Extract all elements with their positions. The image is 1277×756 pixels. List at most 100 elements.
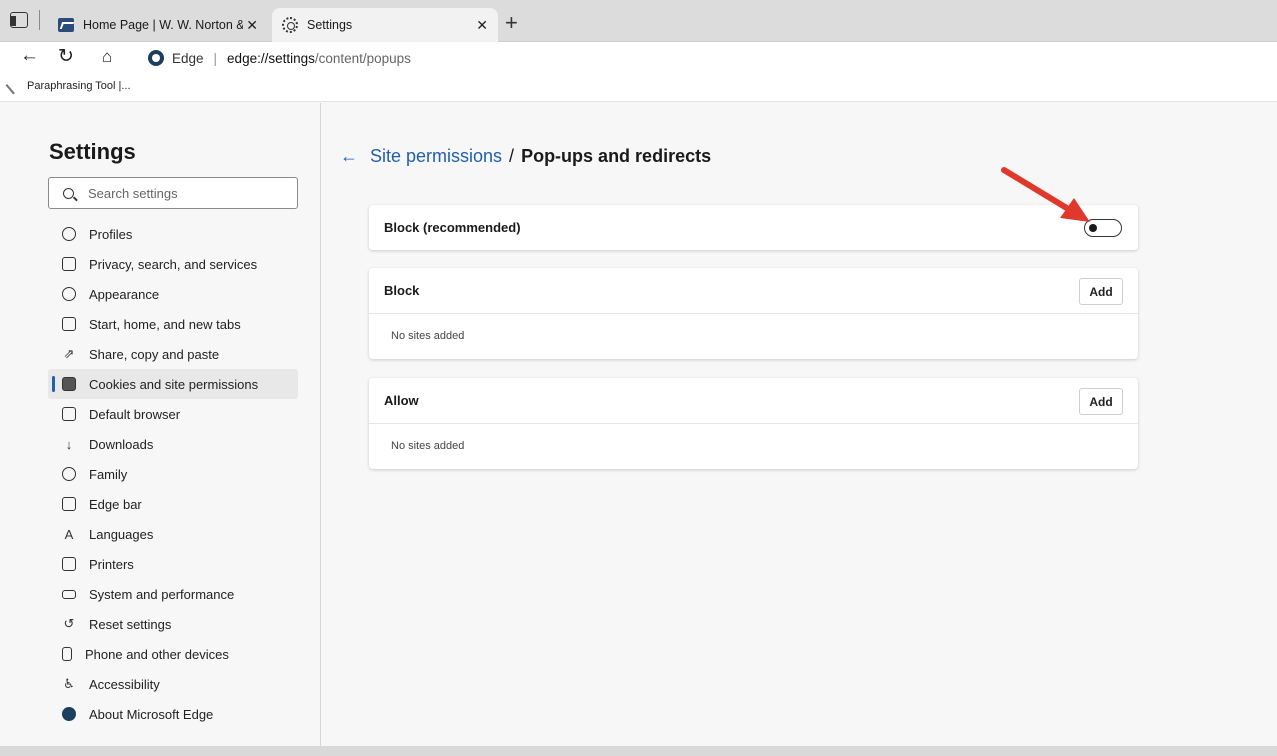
sidebar-item-label: System and performance bbox=[89, 586, 235, 602]
block-add-button[interactable]: Add bbox=[1079, 278, 1123, 305]
block-card: Block Add No sites added bbox=[369, 268, 1138, 359]
address-toolbar: ← ↻ ⌂ Edge | edge://settings /content/po… bbox=[0, 42, 1277, 74]
refresh-icon[interactable]: ↻ bbox=[58, 45, 74, 68]
sidebar-item-system[interactable]: System and performance bbox=[48, 579, 298, 609]
breadcrumb-separator: / bbox=[509, 146, 515, 166]
search-input[interactable]: Search settings bbox=[48, 177, 298, 209]
settings-main: ← Site permissions / Pop-ups and redirec… bbox=[322, 103, 1277, 746]
sidebar-item-label: Appearance bbox=[89, 286, 160, 302]
annotation-arrow-icon bbox=[1001, 167, 1090, 222]
address-url-path: /content/popups bbox=[314, 50, 411, 66]
sidebar-item-label: Printers bbox=[89, 556, 134, 572]
search-placeholder: Search settings bbox=[88, 185, 178, 201]
edge-logo-icon bbox=[148, 50, 164, 66]
sidebar-item-label: Default browser bbox=[89, 406, 181, 422]
tab-label: Settings bbox=[307, 18, 353, 32]
back-arrow-icon[interactable]: ← bbox=[340, 146, 358, 167]
home-icon[interactable]: ⌂ bbox=[102, 47, 112, 67]
search-icon bbox=[63, 187, 74, 199]
sidebar-item-cookies[interactable]: Cookies and site permissions bbox=[48, 369, 298, 399]
profile-icon bbox=[62, 227, 76, 241]
reset-icon: ↺ bbox=[63, 616, 75, 631]
block-recommended-label: Block (recommended) bbox=[384, 220, 521, 235]
sidebar-item-label: Family bbox=[89, 466, 128, 482]
tab-actions-icon[interactable] bbox=[10, 12, 28, 28]
sidebar-item-label: Start, home, and new tabs bbox=[89, 316, 241, 332]
tab-settings[interactable]: Settings ✕ bbox=[272, 8, 498, 42]
settings-title: Settings bbox=[49, 139, 136, 164]
sidebar-item-about[interactable]: About Microsoft Edge bbox=[48, 699, 298, 729]
block-header-row: Block Add bbox=[369, 268, 1138, 313]
sidebar-item-start-home[interactable]: Start, home, and new tabs bbox=[48, 309, 298, 339]
sidebar-item-label: Edge bar bbox=[89, 496, 142, 512]
start-icon bbox=[62, 317, 76, 331]
download-icon: ↓ bbox=[65, 436, 73, 452]
norton-favicon-icon bbox=[58, 18, 74, 32]
address-divider: | bbox=[213, 50, 218, 66]
sidebar-item-reset[interactable]: ↺ Reset settings bbox=[48, 609, 298, 639]
tab-strip: Home Page | W. W. Norton & Co ✕ Settings… bbox=[0, 0, 1277, 42]
share-icon: ⇗ bbox=[63, 346, 75, 361]
sidebar-item-label: Share, copy and paste bbox=[89, 346, 220, 362]
address-site-label: Edge bbox=[172, 50, 204, 66]
sidebar-item-edge-bar[interactable]: Edge bar bbox=[48, 489, 298, 519]
close-tab-icon[interactable]: ✕ bbox=[476, 17, 488, 34]
sidebar-item-appearance[interactable]: Appearance bbox=[48, 279, 298, 309]
breadcrumb-link-site-permissions[interactable]: Site permissions bbox=[370, 146, 502, 167]
favorites-bar: Paraphrasing Tool |... bbox=[0, 74, 1277, 102]
sidebar-item-label: Downloads bbox=[89, 436, 154, 452]
sidebar-item-label: Phone and other devices bbox=[85, 646, 229, 662]
edge-logo-icon bbox=[62, 707, 76, 721]
sidebar-item-share[interactable]: ⇗ Share, copy and paste bbox=[48, 339, 298, 369]
system-icon bbox=[62, 589, 76, 599]
block-section-title: Block bbox=[384, 283, 420, 298]
allow-header-row: Allow Add bbox=[369, 378, 1138, 423]
block-empty-text: No sites added bbox=[369, 313, 1138, 358]
address-url-host: edge://settings bbox=[227, 50, 315, 66]
appearance-icon bbox=[62, 287, 76, 301]
settings-sidebar: Settings Search settings Profiles Privac… bbox=[0, 103, 321, 756]
sidebar-item-phone[interactable]: Phone and other devices bbox=[48, 639, 298, 669]
sidebar-item-label: Reset settings bbox=[89, 616, 172, 632]
favorite-item[interactable]: Paraphrasing Tool |... bbox=[5, 77, 131, 95]
languages-icon: A bbox=[64, 526, 74, 542]
sidebar-item-printers[interactable]: Printers bbox=[48, 549, 298, 579]
allow-add-button[interactable]: Add bbox=[1079, 388, 1123, 415]
lock-icon bbox=[62, 257, 76, 271]
sidebar-item-label: Cookies and site permissions bbox=[89, 376, 259, 392]
sidebar-item-profiles[interactable]: Profiles bbox=[48, 219, 298, 249]
sidebar-item-accessibility[interactable]: ♿ Accessibility bbox=[48, 669, 298, 699]
sidebar-item-family[interactable]: Family bbox=[48, 459, 298, 489]
settings-nav: Profiles Privacy, search, and services A… bbox=[48, 219, 298, 729]
printer-icon bbox=[62, 557, 76, 571]
breadcrumb: ← Site permissions / Pop-ups and redirec… bbox=[340, 146, 711, 167]
sidebar-item-default-browser[interactable]: Default browser bbox=[48, 399, 298, 429]
address-bar[interactable]: Edge | edge://settings /content/popups bbox=[148, 46, 411, 70]
back-icon[interactable]: ← bbox=[20, 45, 39, 67]
close-tab-icon[interactable]: ✕ bbox=[246, 17, 258, 34]
tab-divider bbox=[39, 10, 40, 30]
sidebar-item-languages[interactable]: A Languages bbox=[48, 519, 298, 549]
sidebar-item-label: Languages bbox=[89, 526, 154, 542]
sidebar-item-downloads[interactable]: ↓ Downloads bbox=[48, 429, 298, 459]
allow-card: Allow Add No sites added bbox=[369, 378, 1138, 469]
sidebar-item-label: Privacy, search, and services bbox=[89, 256, 258, 272]
window-bottom-edge bbox=[0, 746, 1277, 756]
tab-label: Home Page | W. W. Norton & Co bbox=[83, 18, 243, 32]
tab-norton[interactable]: Home Page | W. W. Norton & Co ✕ bbox=[48, 8, 268, 42]
allow-section-title: Allow bbox=[384, 393, 419, 408]
favorite-label: Paraphrasing Tool |... bbox=[27, 80, 131, 92]
new-tab-button[interactable]: + bbox=[505, 10, 518, 36]
phone-icon bbox=[62, 647, 72, 661]
gear-icon bbox=[282, 17, 298, 33]
sidebar-item-label: Profiles bbox=[89, 226, 133, 242]
sidebar-item-label: Accessibility bbox=[89, 676, 160, 692]
quill-icon bbox=[5, 77, 23, 95]
page-title: Pop-ups and redirects bbox=[521, 146, 712, 166]
sidebar-item-privacy[interactable]: Privacy, search, and services bbox=[48, 249, 298, 279]
accessibility-icon: ♿ bbox=[63, 676, 75, 691]
sidebar-item-label: About Microsoft Edge bbox=[89, 706, 214, 722]
cookies-icon bbox=[62, 377, 76, 391]
edge-bar-icon bbox=[62, 497, 76, 511]
family-icon bbox=[62, 467, 76, 481]
